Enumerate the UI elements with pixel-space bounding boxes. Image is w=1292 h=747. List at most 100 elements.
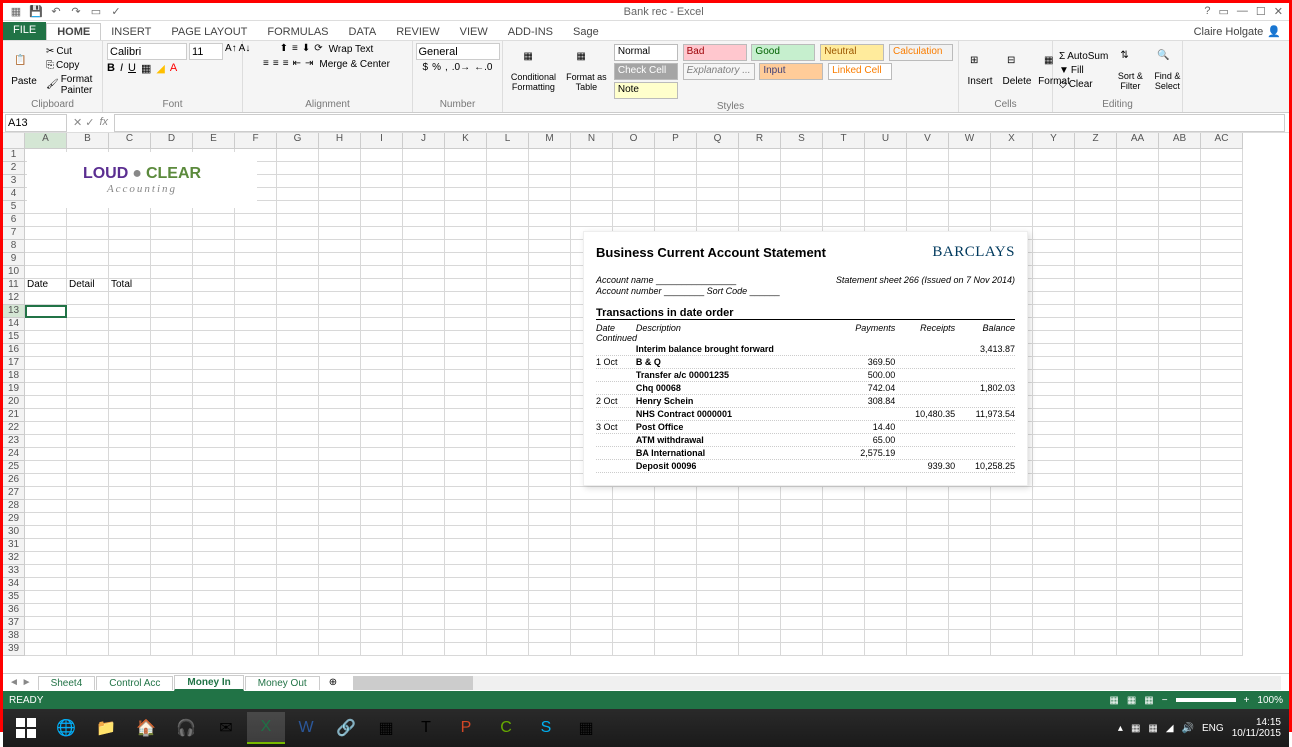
cell[interactable] <box>25 604 67 617</box>
cell[interactable] <box>1075 552 1117 565</box>
cell[interactable] <box>1033 214 1075 227</box>
cell[interactable] <box>319 435 361 448</box>
cell[interactable] <box>613 175 655 188</box>
cell[interactable] <box>319 396 361 409</box>
cell[interactable] <box>739 643 781 656</box>
cell[interactable] <box>781 487 823 500</box>
cell[interactable] <box>529 214 571 227</box>
row-header[interactable]: 19 <box>3 383 25 396</box>
cell[interactable] <box>361 305 403 318</box>
cell[interactable] <box>613 214 655 227</box>
cell[interactable] <box>1159 253 1201 266</box>
cell[interactable] <box>1075 357 1117 370</box>
cell[interactable] <box>571 188 613 201</box>
name-box[interactable] <box>5 114 67 132</box>
cell[interactable] <box>277 370 319 383</box>
cell[interactable] <box>193 305 235 318</box>
cell[interactable] <box>1159 149 1201 162</box>
cell[interactable] <box>361 175 403 188</box>
cell[interactable] <box>697 578 739 591</box>
col-header[interactable]: L <box>487 133 529 149</box>
cell[interactable] <box>403 448 445 461</box>
cell[interactable] <box>487 565 529 578</box>
cell[interactable] <box>277 279 319 292</box>
cell[interactable] <box>613 604 655 617</box>
cell[interactable] <box>151 604 193 617</box>
cell[interactable] <box>1159 448 1201 461</box>
cell[interactable] <box>781 188 823 201</box>
cell[interactable] <box>487 591 529 604</box>
cell[interactable] <box>235 617 277 630</box>
cell[interactable] <box>277 305 319 318</box>
cell[interactable] <box>1201 643 1243 656</box>
cell[interactable] <box>1201 396 1243 409</box>
cell[interactable] <box>361 435 403 448</box>
cell[interactable] <box>277 344 319 357</box>
cell[interactable] <box>403 630 445 643</box>
cell[interactable] <box>571 604 613 617</box>
cell[interactable] <box>655 487 697 500</box>
cell[interactable] <box>1117 630 1159 643</box>
col-header[interactable]: O <box>613 133 655 149</box>
cell[interactable] <box>277 552 319 565</box>
cell[interactable] <box>1033 578 1075 591</box>
cell[interactable] <box>403 422 445 435</box>
cell[interactable] <box>991 188 1033 201</box>
cell[interactable] <box>319 344 361 357</box>
cell[interactable] <box>25 396 67 409</box>
cell[interactable] <box>403 240 445 253</box>
cell[interactable] <box>1159 305 1201 318</box>
cell[interactable] <box>361 591 403 604</box>
cell[interactable] <box>655 591 697 604</box>
cell[interactable] <box>949 513 991 526</box>
cell[interactable] <box>445 539 487 552</box>
cell[interactable] <box>529 227 571 240</box>
cell[interactable] <box>403 409 445 422</box>
cell[interactable] <box>67 617 109 630</box>
cell[interactable] <box>781 591 823 604</box>
cell[interactable] <box>571 591 613 604</box>
row-header[interactable]: 5 <box>3 201 25 214</box>
cell[interactable] <box>613 630 655 643</box>
cell[interactable] <box>1033 630 1075 643</box>
minimize-icon[interactable]: — <box>1237 5 1248 18</box>
cell[interactable] <box>1159 240 1201 253</box>
cell[interactable] <box>67 578 109 591</box>
cell[interactable] <box>1201 578 1243 591</box>
cell[interactable] <box>823 643 865 656</box>
cell[interactable] <box>529 305 571 318</box>
col-header[interactable]: N <box>571 133 613 149</box>
cell[interactable] <box>1159 331 1201 344</box>
cell[interactable] <box>487 409 529 422</box>
cell[interactable] <box>1033 617 1075 630</box>
align-right-icon[interactable]: ≡ <box>283 58 289 71</box>
cell[interactable] <box>319 409 361 422</box>
cell[interactable] <box>571 565 613 578</box>
tab-review[interactable]: REVIEW <box>386 24 449 40</box>
cell[interactable] <box>571 630 613 643</box>
cell[interactable] <box>529 643 571 656</box>
cell[interactable] <box>277 643 319 656</box>
cell[interactable] <box>193 617 235 630</box>
cell[interactable] <box>529 370 571 383</box>
cell[interactable] <box>697 565 739 578</box>
cell[interactable] <box>1075 526 1117 539</box>
cell[interactable] <box>151 552 193 565</box>
cell[interactable] <box>445 617 487 630</box>
cell[interactable] <box>361 383 403 396</box>
cell[interactable] <box>1033 318 1075 331</box>
cell[interactable] <box>361 331 403 344</box>
cell[interactable] <box>25 643 67 656</box>
cell[interactable] <box>1117 357 1159 370</box>
cell[interactable] <box>823 591 865 604</box>
style-note[interactable]: Note <box>614 82 678 99</box>
fx-icon[interactable]: fx <box>97 116 110 129</box>
cell[interactable] <box>865 175 907 188</box>
row-header[interactable]: 3 <box>3 175 25 188</box>
cell[interactable] <box>1201 422 1243 435</box>
cell[interactable] <box>697 591 739 604</box>
cell[interactable] <box>151 370 193 383</box>
cell[interactable] <box>403 513 445 526</box>
cell[interactable] <box>1201 526 1243 539</box>
cell[interactable] <box>865 513 907 526</box>
